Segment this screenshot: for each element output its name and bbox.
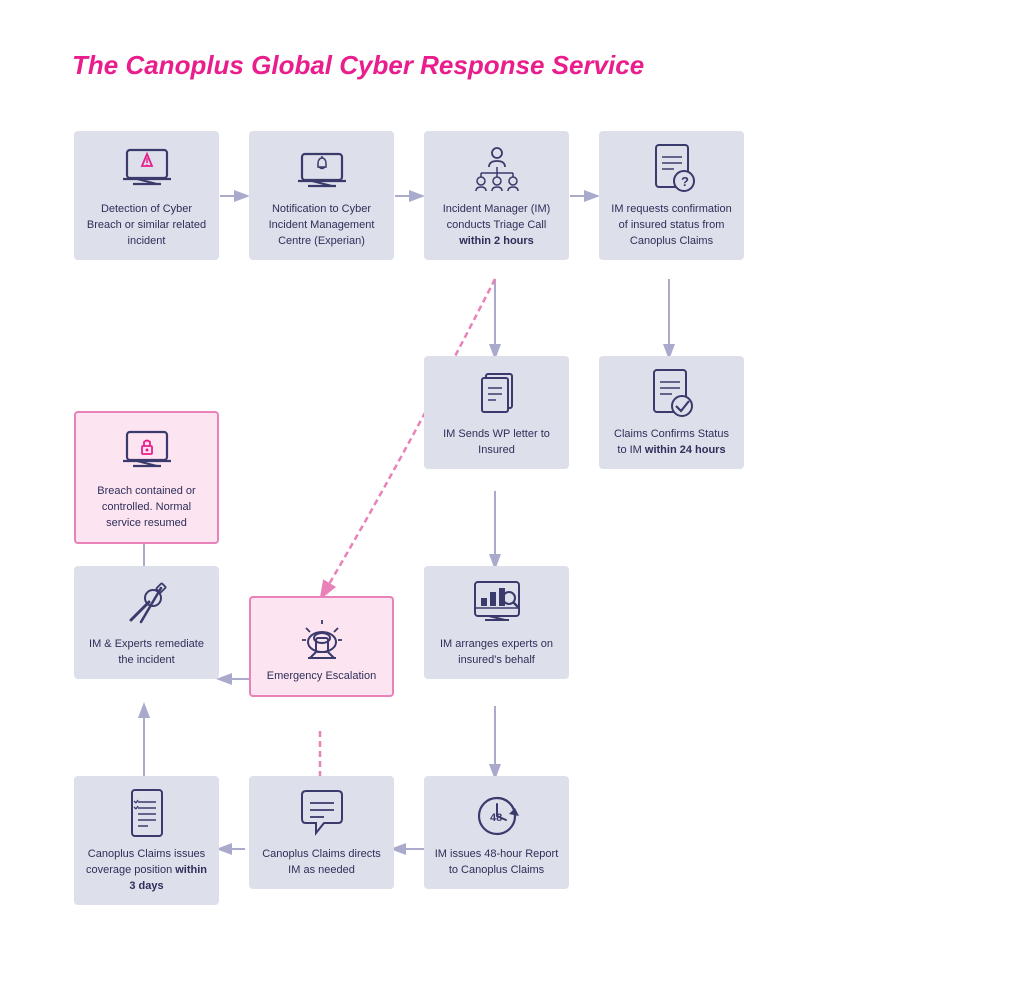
chat-lines-icon	[296, 788, 348, 840]
document-question-icon: ?	[646, 143, 698, 195]
box-im-requests: ? IM requests confirmation of insured st…	[599, 131, 744, 260]
box-detection-label: Detection of Cyber Breach or similar rel…	[84, 202, 209, 250]
laptop-warning-icon	[121, 143, 173, 195]
box-arrange-experts-label: IM arranges experts on insured's behalf	[434, 637, 559, 669]
documents-icon	[471, 368, 523, 420]
box-notification: Notification to Cyber Incident Managemen…	[249, 131, 394, 260]
box-arrange-experts: IM arranges experts on insured's behalf	[424, 566, 569, 679]
box-coverage-label: Canoplus Claims issues coverage position…	[84, 847, 209, 895]
box-coverage: Canoplus Claims issues coverage position…	[74, 776, 219, 905]
box-48-report-label: IM issues 48-hour Report to Canoplus Cla…	[434, 847, 559, 879]
box-triage-label: Incident Manager (IM) conducts Triage Ca…	[434, 202, 559, 250]
flow-diagram: Detection of Cyber Breach or similar rel…	[72, 111, 952, 931]
box-emergency-label: Emergency Escalation	[267, 669, 376, 685]
checklist-icon	[121, 788, 173, 840]
box-detection: Detection of Cyber Breach or similar rel…	[74, 131, 219, 260]
search-chart-icon	[471, 578, 523, 630]
box-breach-contained-label: Breach contained or controlled. Normal s…	[86, 484, 207, 532]
org-chart-icon	[471, 143, 523, 195]
laptop-lock-icon	[121, 425, 173, 477]
box-directs-im-label: Canoplus Claims directs IM as needed	[259, 847, 384, 879]
clock-48-icon: 48	[471, 788, 523, 840]
box-wp-letter-label: IM Sends WP letter to Insured	[434, 427, 559, 459]
box-remediate-label: IM & Experts remediate the incident	[84, 637, 209, 669]
alarm-icon	[296, 610, 348, 662]
box-claims-status-label: Claims Confirms Status to IM within 24 h…	[609, 427, 734, 459]
bell-laptop-icon	[296, 143, 348, 195]
svg-text:48: 48	[490, 812, 502, 824]
box-48-report: 48 IM issues 48-hour Report to Canoplus …	[424, 776, 569, 889]
box-directs-im: Canoplus Claims directs IM as needed	[249, 776, 394, 889]
box-claims-status: Claims Confirms Status to IM within 24 h…	[599, 356, 744, 469]
box-remediate: IM & Experts remediate the incident	[74, 566, 219, 679]
document-check-icon	[646, 368, 698, 420]
page-container: The Canoplus Global Cyber Response Servi…	[32, 20, 992, 961]
box-im-requests-label: IM requests confirmation of insured stat…	[609, 202, 734, 250]
box-triage: Incident Manager (IM) conducts Triage Ca…	[424, 131, 569, 260]
tools-icon	[121, 578, 173, 630]
box-emergency: Emergency Escalation	[249, 596, 394, 697]
box-notification-label: Notification to Cyber Incident Managemen…	[259, 202, 384, 250]
svg-text:?: ?	[681, 174, 689, 189]
box-wp-letter: IM Sends WP letter to Insured	[424, 356, 569, 469]
page-title: The Canoplus Global Cyber Response Servi…	[72, 50, 952, 81]
box-breach-contained: Breach contained or controlled. Normal s…	[74, 411, 219, 544]
